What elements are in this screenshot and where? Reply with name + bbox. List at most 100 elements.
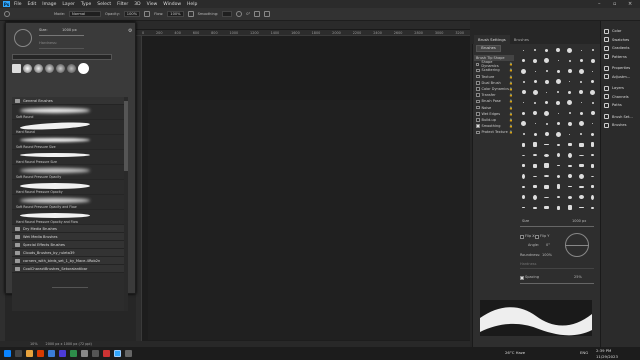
lock-icon[interactable]: 🔒 [509, 124, 513, 128]
brush-tip-thumbnail[interactable] [587, 203, 598, 213]
folder-wet-media[interactable]: Wet Media Brushes [12, 233, 124, 241]
menu-view[interactable]: View [147, 2, 158, 7]
photoshop-taskbar-icon[interactable] [114, 350, 121, 357]
document-canvas[interactable] [148, 100, 470, 340]
brush-tip-thumbnail[interactable] [530, 87, 541, 97]
brush-tip-thumbnail[interactable] [587, 192, 598, 202]
brush-tip-thumbnail[interactable] [587, 77, 598, 87]
brush-tip-thumbnail[interactable] [518, 56, 529, 66]
brush-tip-thumbnail[interactable] [518, 203, 529, 213]
panel-properties[interactable]: Properties [601, 64, 640, 73]
brush-tip-thumbnail[interactable] [587, 87, 598, 97]
brush-tip-thumbnail[interactable] [530, 119, 541, 129]
brush-tip-thumbnail[interactable] [518, 161, 529, 171]
brush-angle-preview[interactable] [14, 29, 32, 47]
brush-tip-thumbnail[interactable] [564, 150, 575, 160]
close-icon[interactable]: × [628, 1, 632, 7]
brush-tip-thumbnail[interactable] [553, 45, 564, 55]
lock-icon[interactable]: 🔒 [509, 81, 513, 85]
panel-brushes[interactable]: Brushes [601, 121, 640, 130]
brush-tip-thumbnail[interactable] [518, 87, 529, 97]
brush-tip-thumbnail[interactable] [576, 192, 587, 202]
lock-icon[interactable]: 🔒 [509, 118, 513, 122]
brush-tip-thumbnail[interactable] [530, 161, 541, 171]
brush-tip-thumbnail[interactable] [576, 129, 587, 139]
tab-brushes[interactable]: Brushes [510, 35, 533, 44]
folder-dry-media[interactable]: Dry Media Brushes [12, 225, 124, 233]
symmetry-icon[interactable] [264, 11, 271, 17]
brush-tip-thumbnail[interactable] [541, 182, 552, 192]
app-icon[interactable] [48, 350, 55, 357]
lock-icon[interactable]: 🔒 [509, 106, 513, 110]
brush-tip-grid[interactable] [518, 45, 598, 213]
brush-tip-thumbnail[interactable] [576, 171, 587, 181]
brush-tip-thumbnail[interactable] [576, 161, 587, 171]
panel-brush-settings[interactable]: Brush Set... [601, 113, 640, 122]
checkbox[interactable] [476, 124, 480, 128]
app-icon[interactable] [81, 350, 88, 357]
brush-tip-thumbnail[interactable] [518, 66, 529, 76]
brush-tip-thumbnail[interactable] [518, 182, 529, 192]
gear-icon[interactable] [236, 11, 243, 17]
folder-cool-charact[interactable]: CoolCharactBrushes_Sekoraiantibar [12, 265, 124, 273]
brush-tip-thumbnail[interactable] [576, 150, 587, 160]
brush-tip-thumbnail[interactable] [530, 98, 541, 108]
size-slider[interactable] [39, 35, 84, 36]
brush-list[interactable]: General Brushes Soft Round Hard Round So… [12, 97, 124, 311]
brush-tip-thumbnail[interactable] [541, 45, 552, 55]
brush-tip-thumbnail[interactable] [553, 150, 564, 160]
tab-brush-settings[interactable]: Brush Settings [474, 35, 510, 44]
checkbox[interactable] [476, 93, 480, 97]
app-icon[interactable] [37, 350, 44, 357]
hardness-slider[interactable] [520, 268, 594, 269]
brush-tip-thumbnail[interactable] [518, 98, 529, 108]
recent-brush-tip-6[interactable] [67, 64, 76, 73]
brush-tip-thumbnail[interactable] [576, 56, 587, 66]
brush-tip-thumbnail[interactable] [553, 171, 564, 181]
brush-tip-thumbnail[interactable] [553, 129, 564, 139]
brush-tip-thumbnail[interactable] [564, 182, 575, 192]
brush-tip-thumbnail[interactable] [576, 182, 587, 192]
brush-soft-round-pressure-size[interactable]: Soft Round Pressure Size [12, 135, 124, 150]
brush-tip-thumbnail[interactable] [553, 56, 564, 66]
clock-time[interactable]: 2:39 PM [596, 348, 611, 353]
document-tab-strip[interactable] [136, 21, 470, 30]
angle-value[interactable]: 0° [246, 12, 250, 16]
brush-tip-thumbnail[interactable] [553, 87, 564, 97]
brush-tip-thumbnail[interactable] [564, 119, 575, 129]
brush-tip-thumbnail[interactable] [564, 56, 575, 66]
menu-file[interactable]: File [14, 2, 22, 7]
lock-icon[interactable]: 🔒 [509, 130, 513, 134]
folder-clouds[interactable]: Clouds_Brushes_by_ruleta39 [12, 249, 124, 257]
brush-tip-thumbnail[interactable] [518, 119, 529, 129]
brush-tip-thumbnail[interactable] [541, 192, 552, 202]
windows-start-icon[interactable] [4, 350, 11, 357]
brush-tip-thumbnail[interactable] [541, 161, 552, 171]
clock-date[interactable]: 11/29/2023 [596, 354, 618, 359]
brush-soft-round[interactable]: Soft Round [12, 105, 124, 120]
brush-tip-thumbnail[interactable] [587, 129, 598, 139]
brush-tip-thumbnail[interactable] [576, 45, 587, 55]
brush-tip-thumbnail[interactable] [518, 45, 529, 55]
brush-tip-thumbnail[interactable] [541, 129, 552, 139]
brush-tip-thumbnail[interactable] [541, 119, 552, 129]
weather-status[interactable]: 26°C Haze [505, 350, 525, 355]
file-explorer-icon[interactable] [26, 350, 33, 357]
spacing-value[interactable]: 25% [574, 275, 582, 279]
brush-soft-round-pressure-opacity-flow[interactable]: Soft Round Pressure Opacity and Flow [12, 195, 124, 210]
size-value[interactable]: 1000 px [62, 28, 77, 32]
brush-tip-thumbnail[interactable] [530, 192, 541, 202]
brush-tip-thumbnail[interactable] [553, 161, 564, 171]
app-icon[interactable] [92, 350, 99, 357]
brush-hard-round-pressure-size[interactable]: Hard Round Pressure Size [12, 150, 124, 165]
brush-tip-thumbnail[interactable] [541, 56, 552, 66]
brush-tip-thumbnail[interactable] [564, 77, 575, 87]
brush-tip-thumbnail[interactable] [576, 203, 587, 213]
checkbox[interactable] [476, 105, 480, 110]
brush-hard-round-pressure-opacity[interactable]: Hard Round Pressure Opacity [12, 180, 124, 195]
brush-tip-thumbnail[interactable] [541, 66, 552, 76]
checkbox[interactable] [476, 74, 480, 79]
menu-help[interactable]: Help [187, 2, 197, 7]
brush-tip-thumbnail[interactable] [553, 140, 564, 150]
panel-patterns[interactable]: Patterns [601, 53, 640, 62]
